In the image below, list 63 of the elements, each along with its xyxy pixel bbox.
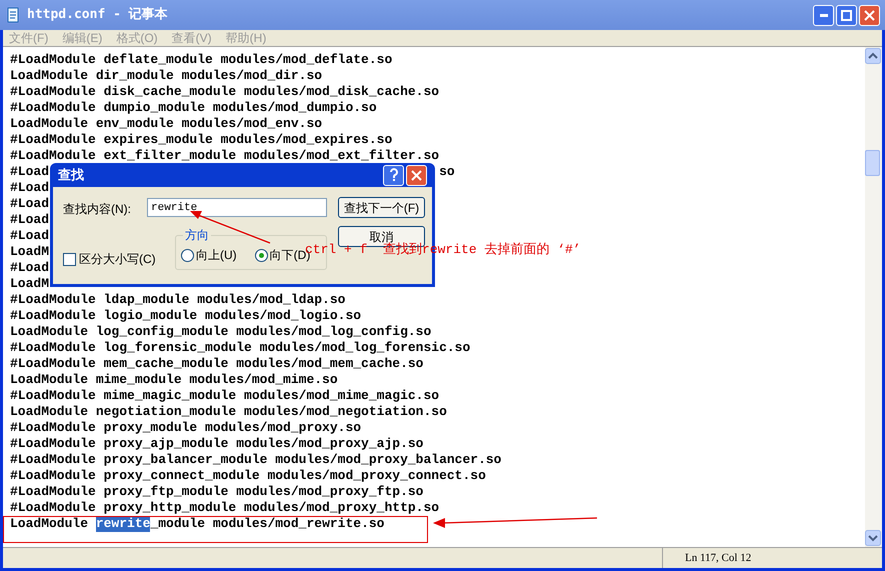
code-line: #Load [10,260,50,276]
code-line: #LoadModule mime_magic_module modules/mod_mime_magic.so [10,388,440,404]
notepad-icon [5,7,21,23]
code-line: LoadModule mime_module modules/mod_mime.so [10,372,338,388]
code-line: #LoadModule ext_filter_module modules/mod_ext_filter.so [10,148,440,164]
code-line: #Load [10,212,50,228]
window-title: httpd.conf - 记事本 [27,6,168,24]
close-icon [864,10,875,20]
code-line: #Load [10,180,50,196]
code-line: #LoadModule expires_module modules/mod_expires.so [10,132,392,148]
help-icon [388,168,398,182]
code-line: #LoadModule proxy_ajp_module modules/mod_proxy_ajp.so [10,436,424,452]
code-line: #Load [10,164,50,180]
scroll-up-icon[interactable] [865,48,881,64]
code-line: LoadModule log_config_module modules/mod_log_config.so [10,324,432,340]
code-line: #LoadModule disk_cache_module modules/mod_disk_cache.so [10,84,440,100]
radio-label: 向上(U) [196,247,237,264]
code-line: #LoadModule dumpio_module modules/mod_dumpio.so [10,100,377,116]
help-button[interactable] [383,164,404,186]
menu-item[interactable]: 编辑(E) [62,29,102,47]
close-button[interactable] [406,164,427,186]
find-next-button[interactable]: 查找下一个(F) [338,197,425,218]
cursor-position: Ln 117, Col 12 [684,550,752,566]
radio-button[interactable] [181,248,194,262]
match-case-checkbox[interactable] [63,252,76,266]
match-case-label: 区分大小写(C) [79,251,156,268]
minimize-icon [820,14,828,16]
code-line: #LoadModule proxy_connect_module modules/mod_proxy_connect.so [10,468,486,484]
find-label: 查找内容(N): [63,201,131,218]
code-line: #LoadModule mem_cache_module modules/mod_mem_cache.so [10,356,424,372]
code-line: #LoadModule ldap_module modules/mod_ldap.so [10,292,346,308]
code-line: _module modules/mod_rewrite.so [150,516,384,532]
menu-item[interactable]: 文件(F) [9,29,48,47]
code-line: #LoadModule proxy_http_module modules/mod_proxy_http.so [10,500,440,516]
code-line: #LoadModule proxy_ftp_module modules/mod_proxy_ftp.so [10,484,424,500]
dialog-title: 查找 [58,166,84,184]
close-icon [411,170,422,180]
minimize-button[interactable] [813,4,834,26]
code-line: #LoadModule log_forensic_module modules/mod_log_forensic.so [10,340,470,356]
code-line: LoadModule dir_module modules/mod_dir.so [10,68,322,84]
code-line: LoadM [10,244,50,260]
selected-text: rewrite [96,516,150,532]
find-field[interactable]: rewrite [147,198,327,217]
code-line: LoadModule negotiation_module modules/mod_negotiation.so [10,404,447,420]
menu-item[interactable]: 格式(O) [116,29,158,47]
code-line: #Load [10,228,50,244]
code-line: LoadModule [10,516,90,532]
code-line: #LoadModule proxy_module modules/mod_proxy.so [10,420,362,436]
menu-item[interactable]: 查看(V) [172,29,212,47]
code-line: LoadM [10,276,50,292]
code-line: so [439,164,455,180]
close-button[interactable] [859,4,880,26]
thumb[interactable] [865,150,880,176]
maximize-button[interactable] [836,4,857,26]
code-line: #Load [10,196,50,212]
code-line: #LoadModule logio_module modules/mod_logio.so [10,308,362,324]
scroll-down-icon[interactable] [865,530,881,546]
menu-item[interactable]: 帮助(H) [226,29,266,47]
code-line: #LoadModule deflate_module modules/mod_deflate.so [10,52,392,68]
radio-button[interactable] [254,248,268,262]
maximize-icon [841,10,852,20]
code-line: #LoadModule proxy_balancer_module modules/mod_proxy_balancer.so [10,452,502,468]
code-line: LoadModule env_module modules/mod_env.so [10,116,322,132]
